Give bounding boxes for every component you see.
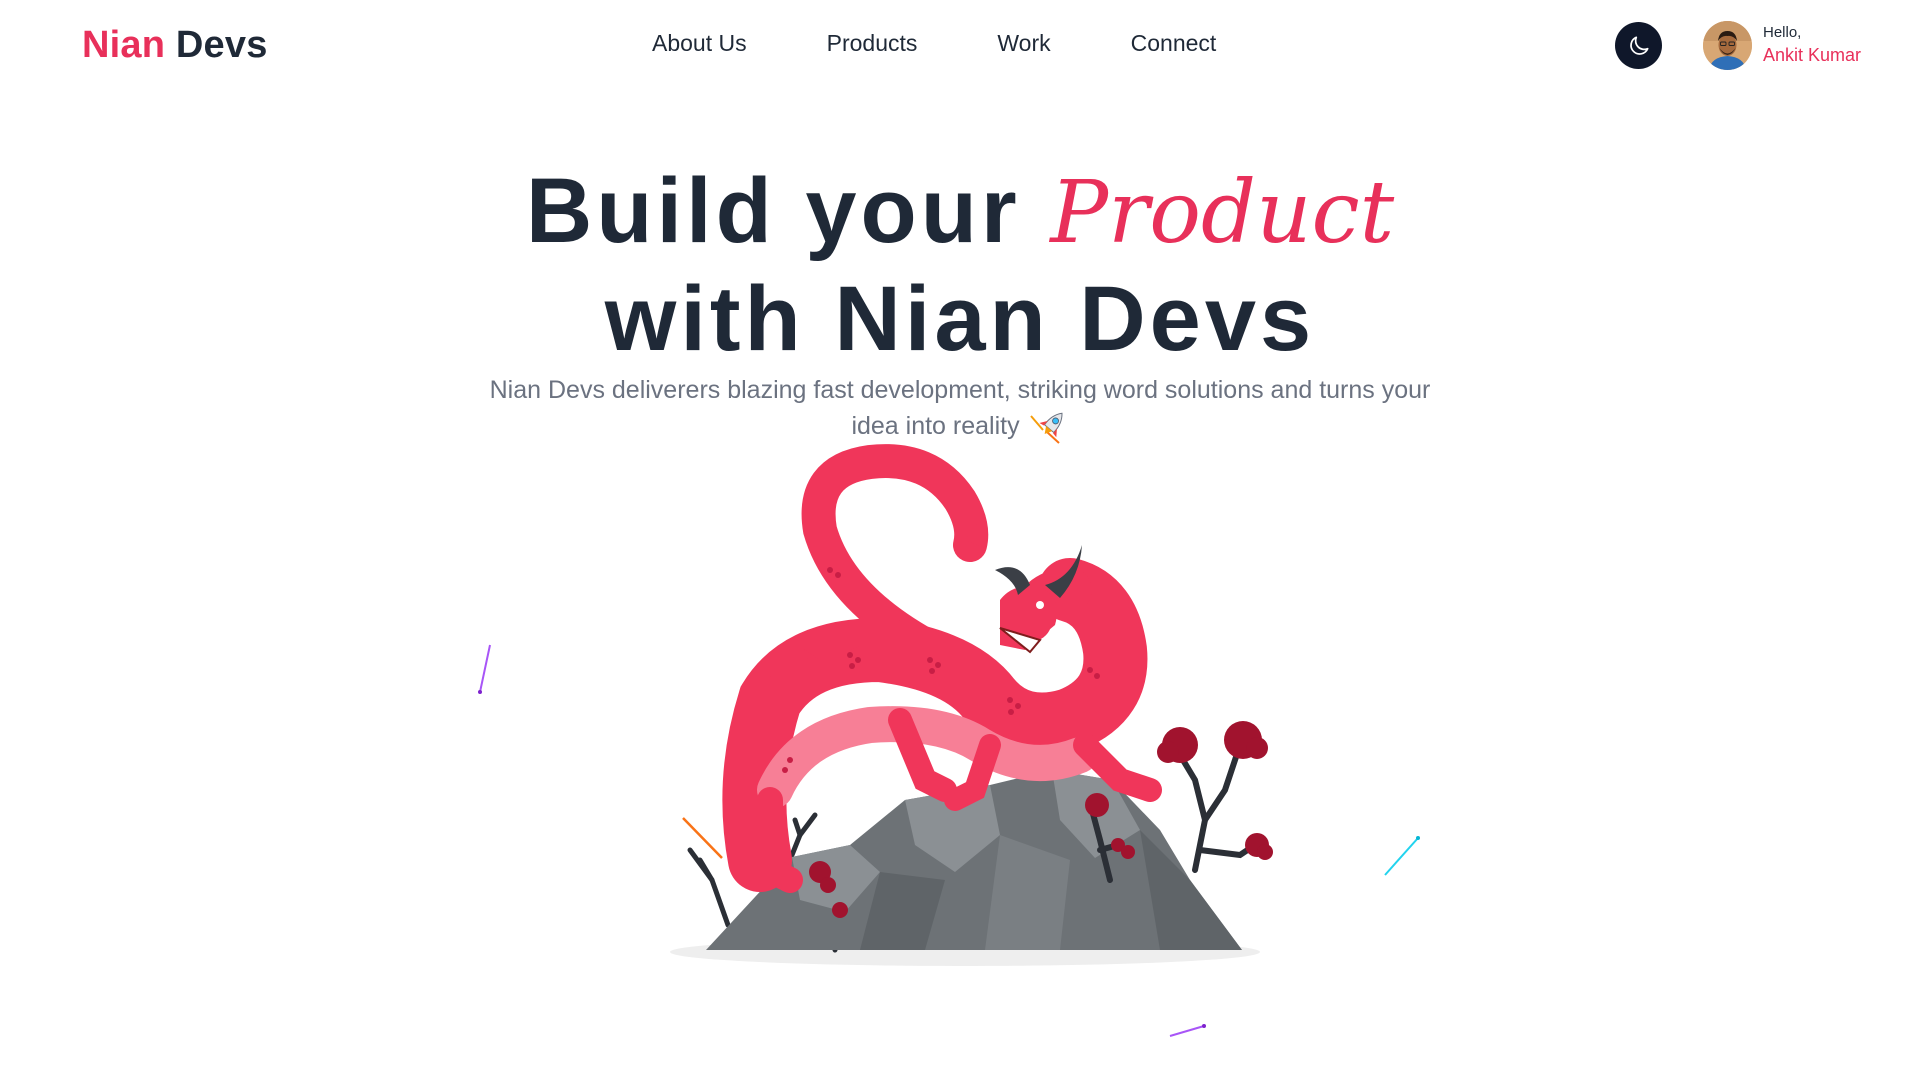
user-name: Ankit Kumar	[1763, 45, 1862, 65]
logo-suffix: Devs	[165, 24, 268, 66]
avatar[interactable]	[1703, 21, 1752, 70]
moon-icon	[1629, 35, 1649, 55]
nav-work[interactable]: Work	[997, 30, 1050, 57]
nav-connect[interactable]: Connect	[1131, 30, 1217, 57]
rocket-icon	[1029, 413, 1063, 445]
hero-title: Build your Product with Nian Devs	[0, 158, 1920, 372]
hero-subtitle-text: Nian Devs deliverers blazing fast develo…	[489, 376, 1431, 440]
main-nav: About Us Products Work Connect	[652, 30, 1216, 57]
logo[interactable]: Nian Devs	[82, 24, 268, 67]
nav-products[interactable]: Products	[827, 30, 918, 57]
page: Nian Devs About Us Products Work Connect	[0, 0, 1920, 1080]
nav-about-us[interactable]: About Us	[652, 30, 747, 57]
hero-title-start: Build your	[525, 160, 1051, 262]
decor-streak	[682, 817, 723, 859]
hero-title-accent: Product	[1050, 163, 1395, 263]
avatar-image	[1703, 21, 1752, 70]
top-navbar: Nian Devs About Us Products Work Connect	[0, 0, 1920, 92]
logo-brand: Nian	[82, 24, 166, 66]
decor-streak	[1384, 837, 1419, 876]
decor-streak	[1169, 1025, 1205, 1037]
user-greeting[interactable]: Hello, Ankit Kumar	[1763, 24, 1861, 66]
greeting-text: Hello,	[1763, 24, 1802, 41]
theme-toggle-button[interactable]	[1615, 22, 1662, 69]
hero-title-line2: with Nian Devs	[604, 268, 1316, 370]
hero-subtitle: Nian Devs deliverers blazing fast develo…	[480, 372, 1440, 445]
decor-streak	[479, 644, 491, 693]
